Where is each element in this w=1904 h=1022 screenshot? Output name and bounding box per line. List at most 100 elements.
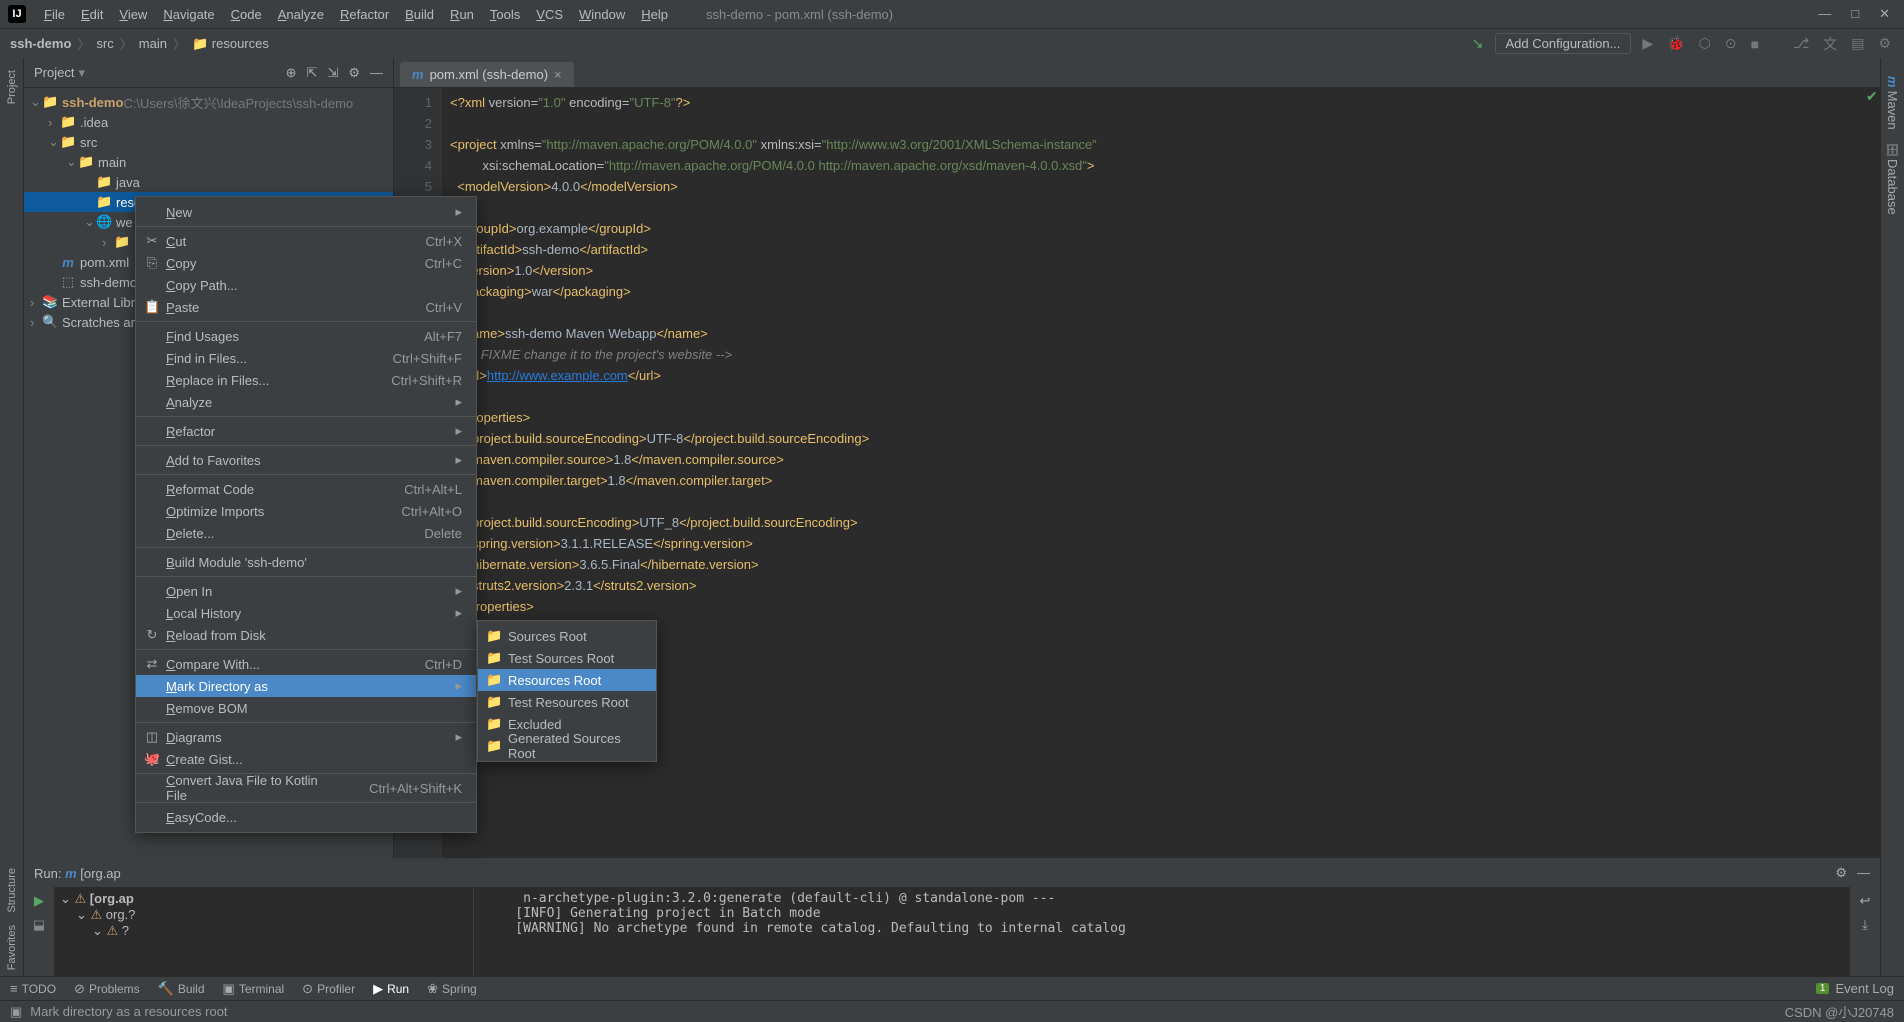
- close-tab-icon[interactable]: ×: [554, 67, 562, 82]
- square-icon[interactable]: ▣: [10, 1004, 22, 1020]
- ctx-convert-java-file-to-kotlin-file[interactable]: Convert Java File to Kotlin FileCtrl+Alt…: [136, 777, 476, 799]
- database-tool-button[interactable]: 🗄 Database: [1885, 136, 1900, 221]
- tool-profiler[interactable]: ⊙ Profiler: [302, 981, 355, 997]
- tool-todo[interactable]: ≡ TODO: [10, 981, 56, 997]
- menu-build[interactable]: Build: [397, 7, 442, 22]
- tool-problems[interactable]: ⊘ Problems: [74, 981, 140, 997]
- breadcrumb-item[interactable]: src: [96, 36, 113, 51]
- menu-help[interactable]: Help: [633, 7, 676, 22]
- submenu-test-sources-root[interactable]: 📁Test Sources Root: [478, 647, 656, 669]
- context-menu[interactable]: New▸ ✂CutCtrl+X⎘CopyCtrl+CCopy Path...📋Pa…: [135, 196, 477, 833]
- coverage-icon[interactable]: ⬡: [1696, 35, 1714, 52]
- structure-icon[interactable]: ▤: [1848, 35, 1867, 52]
- inspection-ok-icon[interactable]: ✔: [1866, 88, 1878, 104]
- gear-icon[interactable]: ⚙: [348, 65, 360, 81]
- tree-row[interactable]: ⌄📁src: [24, 132, 393, 152]
- ctx-build-module-ssh-demo-[interactable]: Build Module 'ssh-demo': [136, 551, 476, 573]
- build-icon[interactable]: ↘: [1469, 35, 1487, 52]
- ctx-replace-in-files-[interactable]: Replace in Files...Ctrl+Shift+R: [136, 369, 476, 391]
- ctx-diagrams[interactable]: ◫Diagrams▸: [136, 726, 476, 748]
- menu-navigate[interactable]: Navigate: [155, 7, 222, 22]
- menu-view[interactable]: View: [111, 7, 155, 22]
- menu-refactor[interactable]: Refactor: [332, 7, 397, 22]
- tool-terminal[interactable]: ▣ Terminal: [223, 981, 285, 997]
- ctx-mark-directory-as[interactable]: Mark Directory as▸: [136, 675, 476, 697]
- ctx-copy-path-[interactable]: Copy Path...: [136, 274, 476, 296]
- ctx-reload-from-disk[interactable]: ↻Reload from Disk: [136, 624, 476, 646]
- add-configuration-button[interactable]: Add Configuration...: [1495, 33, 1632, 54]
- tree-row[interactable]: 📁java: [24, 172, 393, 192]
- menu-run[interactable]: Run: [442, 7, 482, 22]
- ctx-delete-[interactable]: Delete...Delete: [136, 522, 476, 544]
- tool-run[interactable]: ▶ Run: [373, 981, 409, 997]
- run-tree-item[interactable]: ⌄ ⚠ [org.ap: [60, 891, 467, 907]
- project-view-selector[interactable]: Project ▾: [34, 65, 85, 81]
- structure-tool-button[interactable]: Structure: [6, 862, 18, 919]
- menu-tools[interactable]: Tools: [482, 7, 528, 22]
- maven-tool-button[interactable]: m Maven: [1885, 70, 1900, 136]
- menu-vcs[interactable]: VCS: [528, 7, 571, 22]
- editor-tab-pom[interactable]: m pom.xml (ssh-demo) ×: [400, 62, 574, 87]
- run-tree-item[interactable]: ⌄ ⚠ org.?: [60, 907, 467, 923]
- ctx-remove-bom[interactable]: Remove BOM: [136, 697, 476, 719]
- menu-code[interactable]: Code: [223, 7, 270, 22]
- ctx-create-gist-[interactable]: 🐙Create Gist...: [136, 748, 476, 770]
- favorites-tool-button[interactable]: Favorites: [6, 919, 18, 976]
- tree-row[interactable]: ⌄📁main: [24, 152, 393, 172]
- run-hide-icon[interactable]: —: [1857, 865, 1870, 881]
- expand-all-icon[interactable]: ⇱: [307, 65, 318, 81]
- menu-edit[interactable]: Edit: [73, 7, 111, 22]
- ctx-find-usages[interactable]: Find UsagesAlt+F7: [136, 325, 476, 347]
- tool-spring[interactable]: ❀ Spring: [427, 981, 477, 997]
- ctx-open-in[interactable]: Open In▸: [136, 580, 476, 602]
- stop-icon[interactable]: ■: [1748, 36, 1762, 52]
- project-tool-button[interactable]: Project: [6, 64, 18, 110]
- ctx-analyze[interactable]: Analyze▸: [136, 391, 476, 413]
- scroll-to-end-icon[interactable]: ⤓: [1862, 917, 1868, 933]
- ctx-refactor[interactable]: Refactor▸: [136, 420, 476, 442]
- breadcrumb-item[interactable]: main: [139, 36, 167, 51]
- hide-icon[interactable]: —: [370, 65, 383, 81]
- ctx-new[interactable]: New▸: [136, 201, 476, 223]
- submenu-sources-root[interactable]: 📁Sources Root: [478, 625, 656, 647]
- submenu-test-resources-root[interactable]: 📁Test Resources Root: [478, 691, 656, 713]
- menu-file[interactable]: File: [36, 7, 73, 22]
- ctx-find-in-files-[interactable]: Find in Files...Ctrl+Shift+F: [136, 347, 476, 369]
- run-tree[interactable]: ⌄ ⚠ [org.ap⌄ ⚠ org.?⌄ ⚠ ?: [54, 887, 474, 976]
- soft-wrap-icon[interactable]: ↩: [1860, 893, 1871, 909]
- ctx-local-history[interactable]: Local History▸: [136, 602, 476, 624]
- menu-window[interactable]: Window: [571, 7, 633, 22]
- collapse-all-icon[interactable]: ⇲: [327, 65, 338, 81]
- minimize-icon[interactable]: —: [1818, 6, 1831, 22]
- debug-icon[interactable]: 🐞: [1664, 35, 1687, 52]
- run-tree-item[interactable]: ⌄ ⚠ ?: [60, 923, 467, 939]
- ctx-optimize-imports[interactable]: Optimize ImportsCtrl+Alt+O: [136, 500, 476, 522]
- tool-build[interactable]: 🔨 Build: [158, 981, 205, 997]
- breadcrumb-item[interactable]: ssh-demo: [10, 36, 71, 51]
- event-log-button[interactable]: Event Log: [1835, 981, 1894, 996]
- settings-icon[interactable]: ⚙: [1875, 35, 1894, 52]
- run-console[interactable]: n-archetype-plugin:3.2.0:generate (defau…: [474, 887, 1850, 976]
- ctx-add-to-favorites[interactable]: Add to Favorites▸: [136, 449, 476, 471]
- maximize-icon[interactable]: □: [1851, 6, 1859, 22]
- search-everywhere-icon[interactable]: 文: [1820, 34, 1840, 54]
- locate-icon[interactable]: ⊕: [286, 65, 297, 81]
- ctx-copy[interactable]: ⎘CopyCtrl+C: [136, 252, 476, 274]
- ctx-cut[interactable]: ✂CutCtrl+X: [136, 230, 476, 252]
- mark-directory-submenu[interactable]: 📁Sources Root📁Test Sources Root📁Resource…: [477, 620, 657, 762]
- profile-icon[interactable]: ⊙: [1722, 35, 1740, 52]
- ctx-reformat-code[interactable]: Reformat CodeCtrl+Alt+L: [136, 478, 476, 500]
- run-icon[interactable]: ▶: [1639, 35, 1656, 52]
- rerun-icon[interactable]: ▶: [34, 893, 44, 909]
- tree-row[interactable]: ›📁.idea: [24, 112, 393, 132]
- stop-run-icon[interactable]: ⬓: [33, 917, 45, 933]
- ctx-paste[interactable]: 📋PasteCtrl+V: [136, 296, 476, 318]
- breadcrumb-item[interactable]: 📁 resources: [192, 36, 269, 52]
- vcs-icon[interactable]: ⎇: [1790, 35, 1812, 52]
- ctx-compare-with-[interactable]: ⇄Compare With...Ctrl+D: [136, 653, 476, 675]
- tree-row[interactable]: ⌄📁ssh-demo C:\Users\徐文兴\IdeaProjects\ssh…: [24, 92, 393, 112]
- code-editor[interactable]: <?xml version="1.0" encoding="UTF-8"?> <…: [442, 88, 1880, 976]
- run-settings-icon[interactable]: ⚙: [1835, 865, 1847, 881]
- close-icon[interactable]: ✕: [1879, 6, 1890, 22]
- submenu-generated-sources-root[interactable]: 📁Generated Sources Root: [478, 735, 656, 757]
